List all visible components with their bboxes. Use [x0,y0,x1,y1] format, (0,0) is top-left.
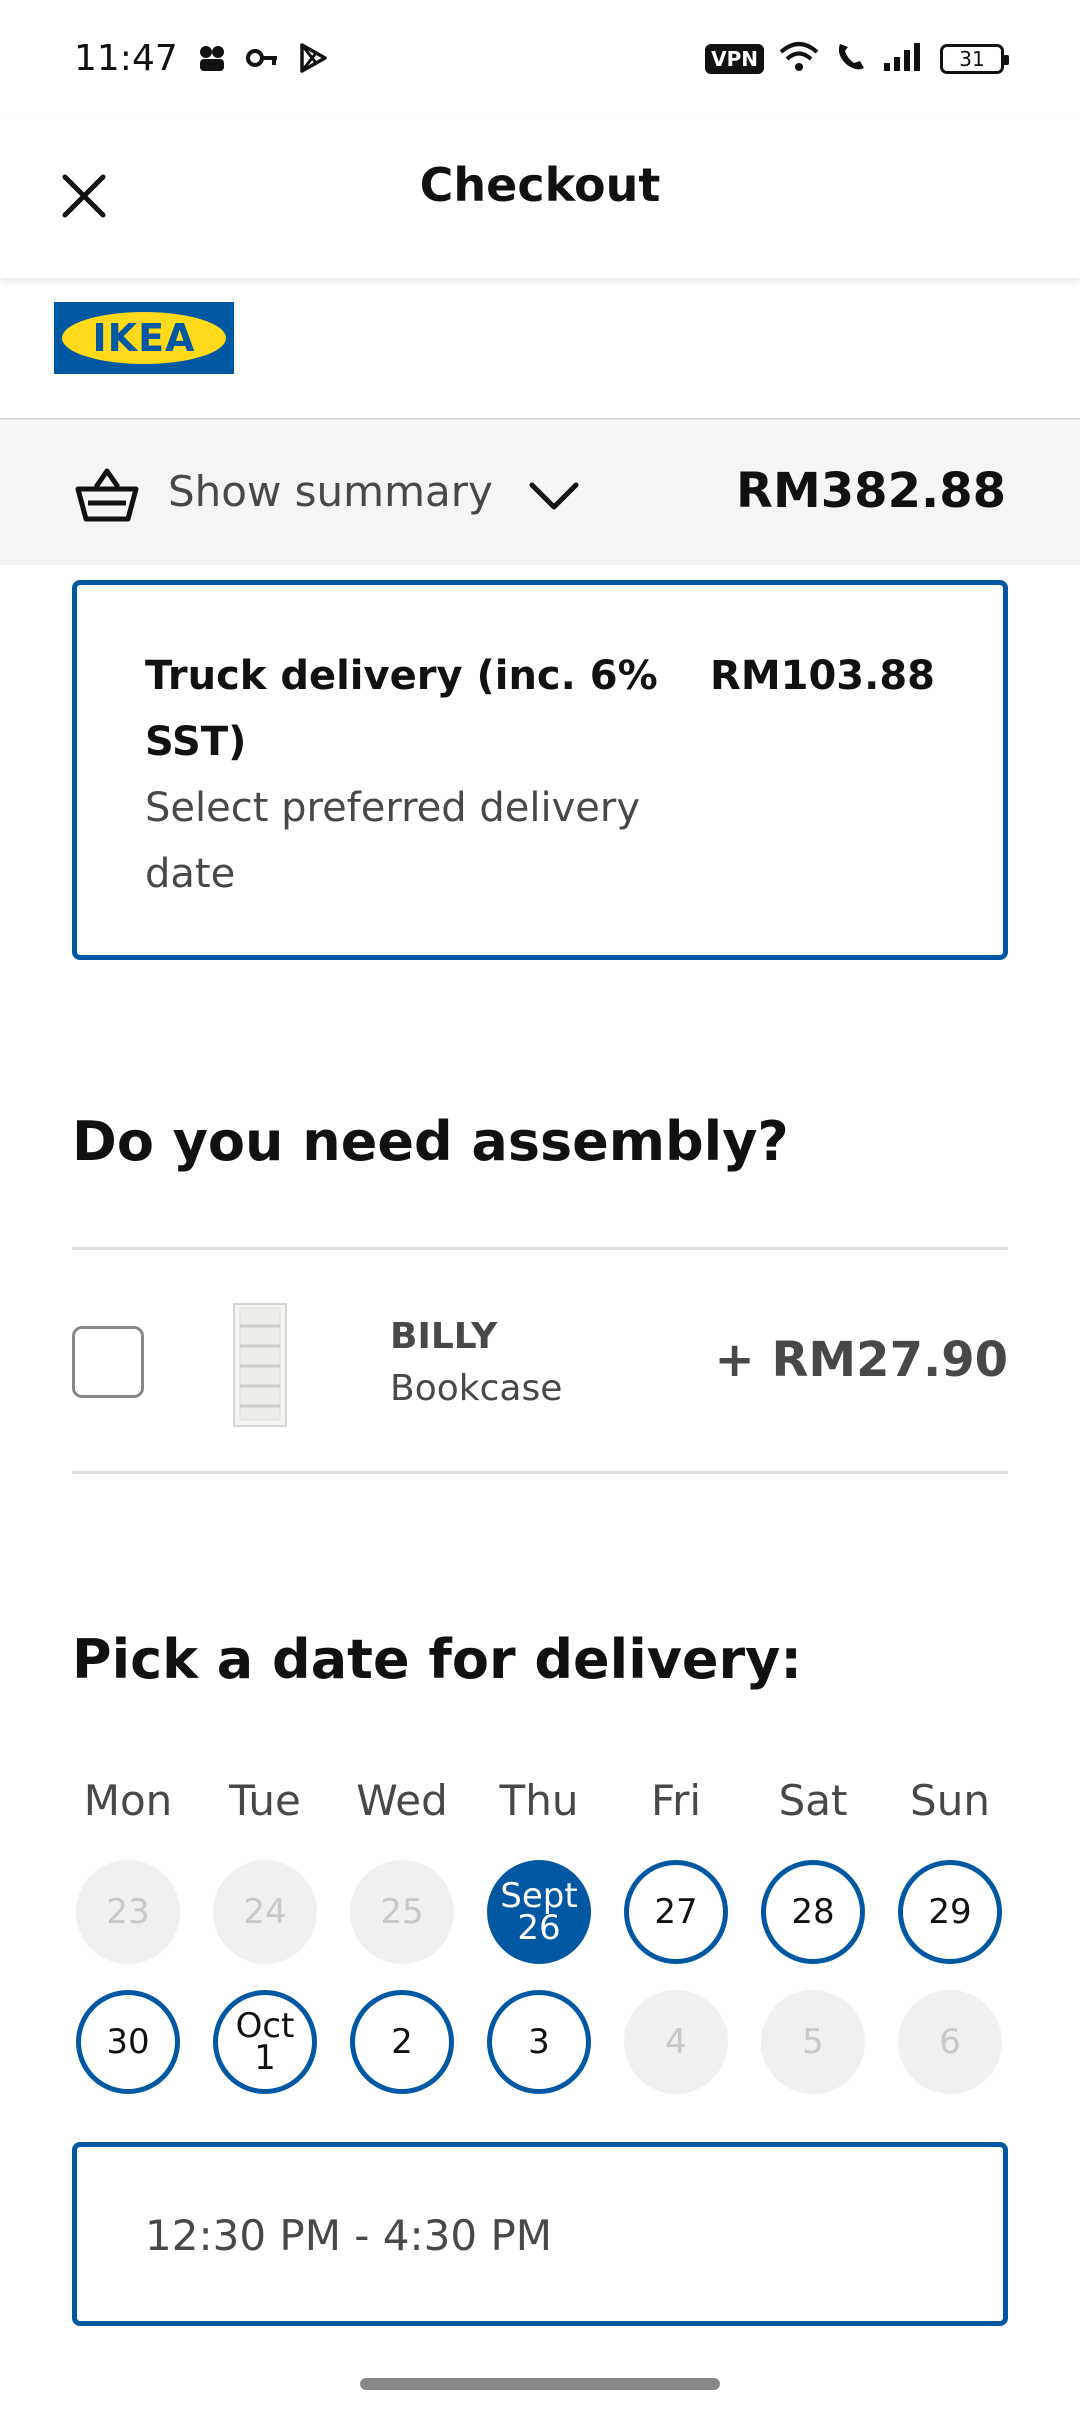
page-title: Checkout [419,158,661,212]
date-option-6: 6 [898,1990,1002,2094]
date-option-23: 23 [76,1860,180,1964]
assembly-heading: Do you need assembly? [72,1110,789,1173]
wifi-icon [778,40,820,78]
key-icon [246,42,280,78]
play-store-icon [298,42,328,78]
date-option-4: 4 [624,1990,728,2094]
product-name: BILLY [390,1316,498,1357]
weekday-label: Sun [910,1776,990,1825]
battery-icon: 31 [940,44,1009,74]
checkout-header: Checkout [0,120,1080,278]
ikea-logo-text: IKEA [62,312,226,364]
wifi-calling-icon [834,40,868,78]
vpn-badge: VPN [705,44,764,74]
chevron-down-icon [529,482,579,510]
logo-area: IKEA [0,278,1080,420]
weekday-label: Mon [83,1776,173,1825]
date-option-oct-1[interactable]: Oct 1 [213,1990,317,2094]
date-option-sept-26-selected[interactable]: Sept 26 [487,1860,591,1964]
product-description: Bookcase [390,1368,563,1409]
status-bar: 11:47 VPN 31 [0,0,1080,120]
weekday-label: Wed [356,1776,448,1825]
assembly-item: BILLY Bookcase + RM27.90 [72,1247,1008,1474]
billy-bookcase-image [233,1303,287,1427]
weekday-label: Thu [499,1776,579,1825]
date-option-5: 5 [761,1990,865,2094]
weekday-label: Tue [229,1776,301,1825]
date-option-2[interactable]: 2 [350,1990,454,2094]
weekday-label: Fri [650,1776,702,1825]
basket-icon [75,468,139,522]
time-slot-value: 12:30 PM - 4:30 PM [145,2211,553,2260]
ikea-logo: IKEA [54,302,234,374]
show-summary-label: Show summary [168,467,493,516]
date-picker-heading: Pick a date for delivery: [72,1628,802,1691]
date-option-3[interactable]: 3 [487,1990,591,2094]
date-option-29[interactable]: 29 [898,1860,1002,1964]
status-left-icons [196,42,328,78]
order-total: RM382.88 [736,463,1006,519]
delivery-price: RM103.88 [710,653,935,699]
date-option-24: 24 [213,1860,317,1964]
date-option-25: 25 [350,1860,454,1964]
weekday-label: Sat [778,1776,848,1825]
teams-icon [196,42,228,78]
status-right-icons: VPN 31 [705,40,1009,78]
signal-icon [882,41,926,77]
date-option-30[interactable]: 30 [76,1990,180,2094]
delivery-subtitle: Select preferred delivery date [145,785,641,897]
summary-toggle[interactable]: Show summary RM382.88 [0,421,1080,565]
date-option-28[interactable]: 28 [761,1860,865,1964]
home-indicator[interactable] [360,2378,720,2390]
assembly-checkbox[interactable] [72,1326,144,1398]
assembly-price: + RM27.90 [714,1332,1008,1388]
date-option-27[interactable]: 27 [624,1860,728,1964]
status-time: 11:47 [74,38,178,79]
delivery-title: Truck delivery (inc. 6% SST) [145,653,658,765]
time-slot-select[interactable]: 12:30 PM - 4:30 PM [72,2142,1008,2326]
truck-delivery-option[interactable]: Truck delivery (inc. 6% SST) Select pref… [72,580,1008,960]
